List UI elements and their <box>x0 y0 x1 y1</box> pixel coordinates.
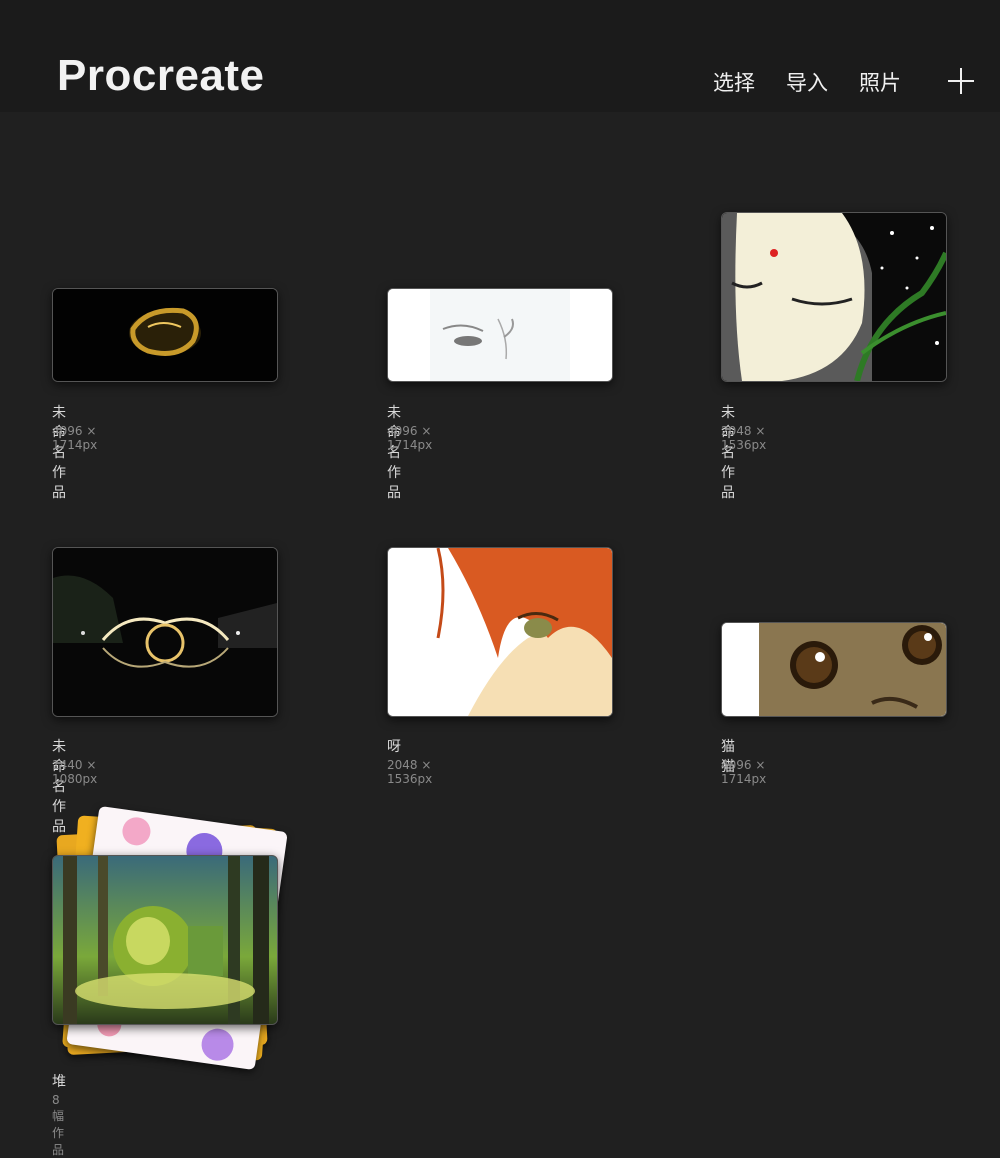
artwork-size: 4096 × 1714px <box>721 758 767 786</box>
new-canvas-button[interactable] <box>946 66 976 96</box>
stack-title: 堆 <box>52 1074 66 1090</box>
forest-stack-artwork-icon <box>53 856 277 1024</box>
gold-ring-artwork-icon <box>53 289 277 381</box>
artwork-size: 1440 × 1080px <box>52 758 98 786</box>
plus-icon <box>948 68 974 94</box>
cat-eyes-artwork-icon <box>722 623 946 716</box>
artwork-title: 未命名作品 <box>721 405 735 501</box>
artwork-title: 未命名作品 <box>52 405 66 501</box>
photos-button[interactable]: 照片 <box>859 70 901 96</box>
artwork-size: 4096 × 1714px <box>52 424 98 452</box>
night-bridge-artwork-thumbnail[interactable] <box>52 547 278 717</box>
app-title: Procreate <box>57 51 265 100</box>
artwork-size: 2048 × 1536px <box>721 424 767 452</box>
artwork-title: 未命名作品 <box>52 739 66 835</box>
stack-count: 8 幅作品 <box>52 1093 65 1157</box>
face-sketch-artwork-thumbnail[interactable] <box>387 288 613 382</box>
artwork-size: 4096 × 1714px <box>387 424 433 452</box>
red-hair-character-artwork-thumbnail[interactable] <box>387 547 613 717</box>
select-button[interactable]: 选择 <box>713 70 755 96</box>
face-sketch-artwork-icon <box>388 289 612 381</box>
forest-stack-artwork-thumbnail[interactable] <box>52 855 278 1025</box>
gold-ring-artwork-thumbnail[interactable] <box>52 288 278 382</box>
cat-eyes-artwork-thumbnail[interactable] <box>721 622 947 717</box>
import-button[interactable]: 导入 <box>786 70 828 96</box>
artwork-title: 未命名作品 <box>387 405 401 501</box>
night-bridge-artwork-icon <box>53 548 277 716</box>
artwork-size: 2048 × 1536px <box>387 758 433 786</box>
long-hair-woman-artwork-thumbnail[interactable] <box>721 212 947 382</box>
red-hair-character-artwork-icon <box>388 548 612 716</box>
artwork-title: 呀 <box>387 739 401 755</box>
long-hair-woman-artwork-icon <box>722 213 946 381</box>
